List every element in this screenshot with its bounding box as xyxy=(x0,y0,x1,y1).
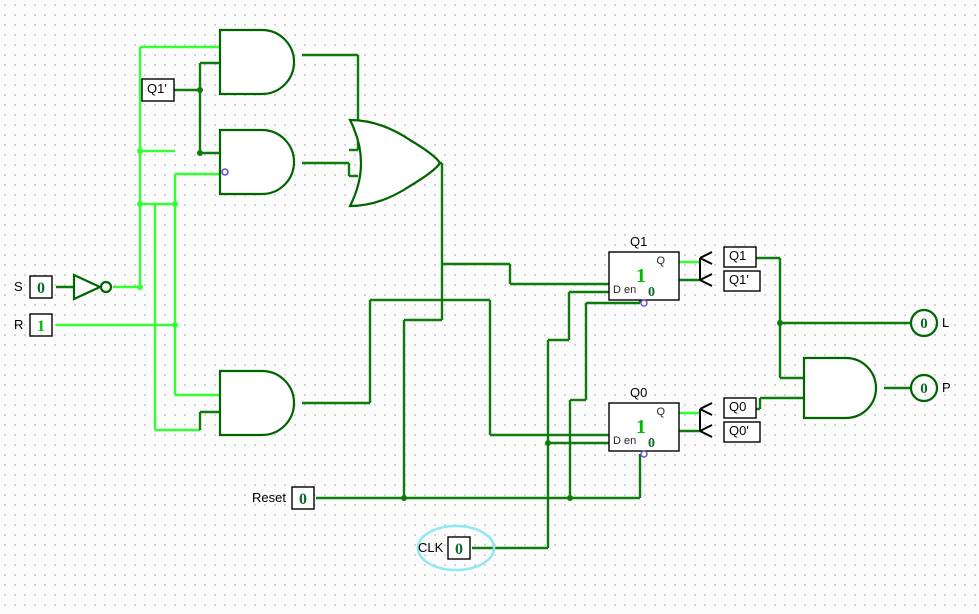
label-tunnel-q1p-src: Q1' xyxy=(147,81,167,96)
label-clk: CLK xyxy=(418,540,443,555)
ff-q1-state: 1 xyxy=(636,265,646,287)
svg-text:0: 0 xyxy=(299,491,307,508)
output-led-p[interactable]: 0 xyxy=(911,375,937,401)
label-s: S xyxy=(14,279,23,294)
ff-q1-pin-en: en xyxy=(624,284,636,296)
ff-q0-pin-d: D xyxy=(613,435,621,447)
svg-text:0: 0 xyxy=(37,280,45,297)
label-p: P xyxy=(942,380,951,395)
and-gate-p[interactable] xyxy=(804,358,876,418)
label-tunnel-q0p: Q0' xyxy=(729,423,749,438)
not-gate-s[interactable] xyxy=(74,275,111,299)
label-reset: Reset xyxy=(252,490,286,505)
splitter-q1 xyxy=(700,252,712,286)
svg-text:1: 1 xyxy=(37,318,45,335)
ff-q0-state: 1 xyxy=(636,416,646,438)
label-tunnel-q1p: Q1' xyxy=(729,272,749,287)
input-pin-s[interactable]: 0 xyxy=(30,276,52,298)
ff-q1-enval: 0 xyxy=(648,285,655,300)
label-tunnel-q0: Q0 xyxy=(729,399,746,414)
and-gate-3[interactable] xyxy=(220,371,294,435)
ff-q0-pin-en: en xyxy=(624,435,636,447)
label-l: L xyxy=(942,315,949,330)
ff-q1-pin-q: Q xyxy=(656,255,665,267)
label-tunnel-q1: Q1 xyxy=(729,248,746,263)
input-pin-r[interactable]: 1 xyxy=(30,314,52,336)
and-gate-2[interactable] xyxy=(220,130,294,194)
ff-q0-pin-q: Q xyxy=(656,406,665,418)
or-gate-1[interactable] xyxy=(350,120,440,206)
svg-text:0: 0 xyxy=(455,541,463,558)
output-led-l[interactable]: 0 xyxy=(911,310,937,336)
flipflop-q0[interactable]: D en Q 1 0 xyxy=(609,403,679,457)
ff-q1-pin-d: D xyxy=(613,284,621,296)
svg-text:0: 0 xyxy=(920,316,928,332)
label-r: R xyxy=(14,317,23,332)
and-gate-1[interactable] xyxy=(220,30,294,94)
splitter-q0 xyxy=(700,403,712,437)
flipflop-q1[interactable]: D en Q 1 0 xyxy=(609,252,679,306)
svg-text:0: 0 xyxy=(920,381,928,397)
input-pin-reset[interactable]: 0 xyxy=(292,487,314,509)
ff-q0-enval: 0 xyxy=(648,436,655,451)
label-ff-q1-title: Q1 xyxy=(630,234,647,249)
label-ff-q0-title: Q0 xyxy=(630,385,647,400)
